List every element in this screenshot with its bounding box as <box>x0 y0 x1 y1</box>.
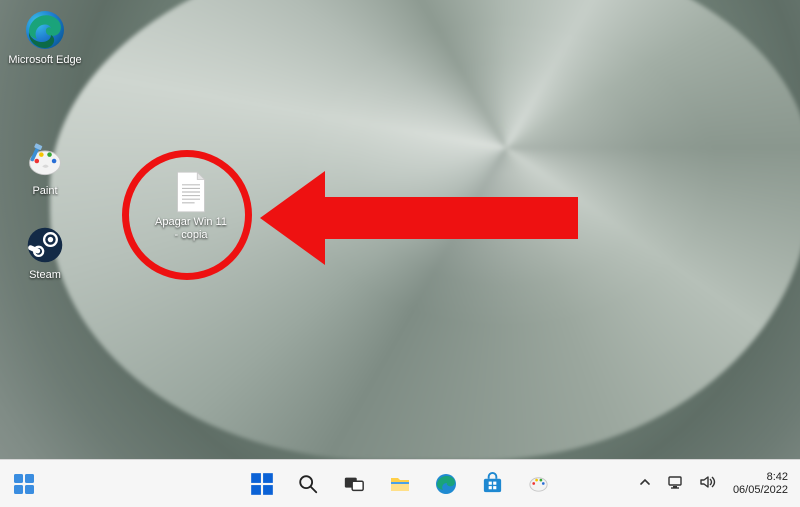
desktop-icon-label: Microsoft Edge <box>8 54 81 67</box>
start-button[interactable] <box>242 464 282 504</box>
desktop-icon-label: Steam <box>29 269 61 282</box>
network-button[interactable] <box>665 472 687 495</box>
chevron-up-icon <box>639 476 651 488</box>
task-view-icon <box>343 473 365 495</box>
tray-date: 06/05/2022 <box>733 484 788 497</box>
tray-time: 8:42 <box>733 471 788 484</box>
microsoft-store-button[interactable] <box>472 464 512 504</box>
desktop-icon-edge[interactable]: Microsoft Edge <box>6 6 84 69</box>
paint-icon <box>23 139 67 183</box>
volume-icon <box>699 474 717 490</box>
steam-icon <box>23 223 67 267</box>
network-icon <box>667 474 685 490</box>
widgets-button[interactable] <box>8 468 40 500</box>
file-explorer-button[interactable] <box>380 464 420 504</box>
desktop-icon-paint[interactable]: Paint <box>6 137 84 200</box>
desktop-icon-grid: Microsoft Edge Paint <box>6 6 84 284</box>
system-tray: 8:42 06/05/2022 <box>635 469 792 498</box>
windows-logo-icon <box>249 471 275 497</box>
paint-button[interactable] <box>518 464 558 504</box>
search-icon <box>297 473 319 495</box>
edge-icon <box>23 8 67 52</box>
file-explorer-icon <box>388 472 412 496</box>
edge-icon <box>434 472 458 496</box>
store-icon <box>481 472 504 495</box>
desktop-icon-label: Paint <box>32 185 57 198</box>
clock-button[interactable]: 8:42 06/05/2022 <box>729 469 792 498</box>
taskbar: 8:42 06/05/2022 <box>0 459 800 507</box>
widgets-icon <box>12 472 36 496</box>
task-view-button[interactable] <box>334 464 374 504</box>
taskbar-center <box>242 464 558 504</box>
edge-button[interactable] <box>426 464 466 504</box>
desktop-icon-steam[interactable]: Steam <box>6 221 84 284</box>
annotation-arrow <box>260 163 580 273</box>
paint-icon <box>527 472 550 495</box>
volume-button[interactable] <box>697 472 719 495</box>
annotation-circle <box>122 150 252 280</box>
search-button[interactable] <box>288 464 328 504</box>
tray-overflow-button[interactable] <box>635 472 655 495</box>
